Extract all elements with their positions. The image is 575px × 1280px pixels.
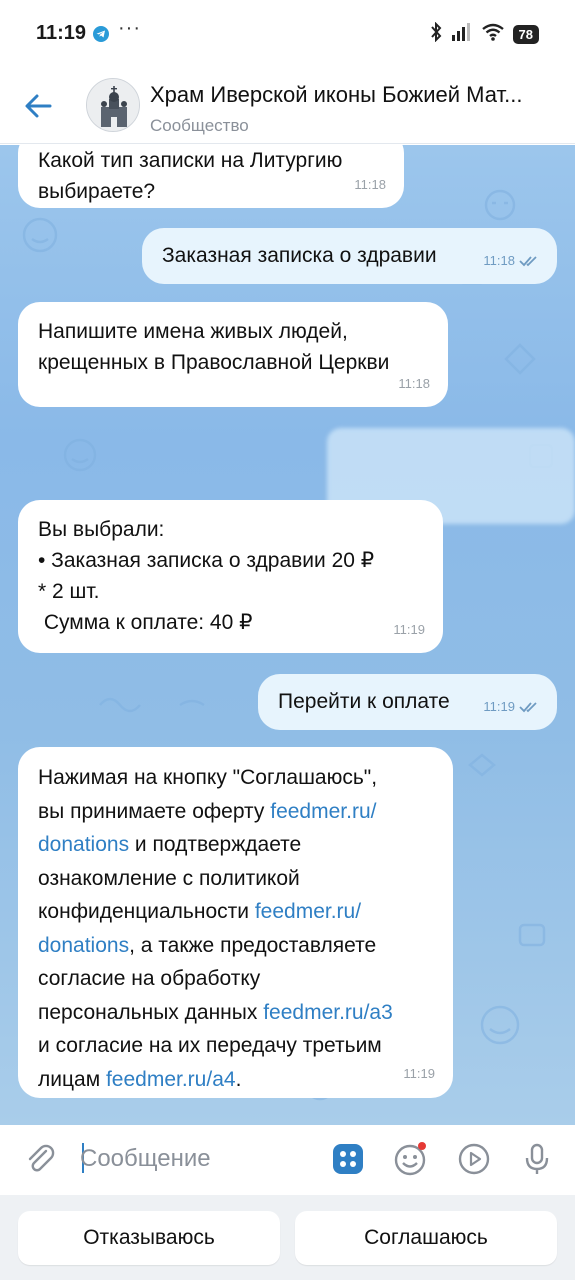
decline-button[interactable]: Отказываюсь: [18, 1211, 280, 1265]
data-processing-link[interactable]: feedmer.ru/a3: [263, 1001, 393, 1024]
privacy-link[interactable]: feedmer.ru/: [255, 900, 361, 923]
message-text: Нажимая на кнопку "Соглашаюсь",: [38, 766, 378, 789]
bot-keyboard: Отказываюсь Соглашаюсь: [0, 1195, 575, 1280]
message-bubble[interactable]: Вы выбрали: • Заказная записка о здравии…: [18, 500, 443, 653]
message-text: и согласие на их передачу третьим: [38, 1034, 382, 1057]
message-text: Вы выбрали:: [38, 518, 165, 541]
privacy-link[interactable]: donations: [38, 934, 129, 957]
data-transfer-link[interactable]: feedmer.ru/a4: [106, 1068, 236, 1091]
status-time: 11:19: [36, 22, 87, 44]
message-text-span: вы принимаете оферту: [38, 799, 271, 823]
message-text: donations и подтверждаете: [38, 828, 433, 862]
arrow-left-icon: [25, 94, 52, 118]
message-time: 11:18: [354, 177, 386, 192]
message-time-text: 11:18: [483, 253, 515, 268]
message-time-text: 11:19: [483, 699, 515, 714]
message-bubble[interactable]: Нажимая на кнопку "Соглашаюсь", вы прини…: [18, 747, 453, 1098]
chat-title[interactable]: Храм Иверской иконы Божией Мат...: [150, 82, 560, 108]
message-text: ознакомление с политикой: [38, 866, 300, 890]
smile-icon: [394, 1142, 426, 1176]
more-notifications-icon: ···: [118, 17, 141, 39]
message-bubble[interactable]: Какой тип записки на Литургию выбираете?…: [18, 145, 404, 208]
attach-button[interactable]: [22, 1141, 58, 1177]
double-check-icon: [519, 701, 537, 712]
message-text-span: , а также предоставляете: [129, 933, 377, 957]
message-input-bar: [0, 1125, 575, 1195]
message-text: Напишите имена живых людей,: [38, 320, 348, 343]
message-text: конфиденциальности feedmer.ru/: [38, 895, 433, 929]
wifi-icon: [481, 23, 505, 46]
telegram-notification-icon: [93, 26, 109, 42]
message-text-span: персональных данных: [38, 1000, 264, 1024]
bot-keyboard-button[interactable]: [330, 1141, 366, 1177]
church-icon: [87, 79, 139, 131]
message-text: лицам feedmer.ru/a4.: [38, 1063, 433, 1097]
message-input[interactable]: [80, 1137, 320, 1181]
paperclip-icon: [28, 1144, 55, 1172]
double-check-icon: [519, 255, 537, 266]
message-text: Заказная записка о здравии: [162, 244, 437, 267]
offer-link[interactable]: donations: [38, 833, 129, 856]
message-text-span: конфиденциальности: [38, 900, 255, 923]
message-bubble[interactable]: Напишите имена живых людей, крещенных в …: [18, 302, 448, 407]
chat-subtitle: Сообщество: [150, 116, 249, 135]
message-time: 11:18: [398, 376, 430, 391]
message-text: * 2 шт.: [38, 580, 100, 603]
message-text: donations, а также предоставляете: [38, 929, 433, 963]
battery-indicator: 78: [512, 25, 539, 44]
video-message-button[interactable]: [456, 1141, 492, 1177]
emoji-button[interactable]: [392, 1141, 428, 1177]
message-text: согласие на обработку: [38, 967, 261, 990]
message-text: Какой тип записки на Литургию: [38, 149, 343, 172]
message-bubble-outgoing[interactable]: Перейти к оплате 11:19: [258, 674, 557, 730]
message-text: • Заказная записка о здравии 20 ₽: [38, 549, 375, 572]
message-time: 11:19: [403, 1065, 435, 1081]
message-time: 11:19: [393, 622, 425, 637]
offer-link[interactable]: feedmer.ru/: [270, 800, 376, 823]
message-text: крещенных в Православной Церкви: [38, 351, 390, 374]
keyboard-grid-icon: [333, 1144, 363, 1174]
message-time: 11:19: [483, 691, 539, 722]
chat-header: Храм Иверской иконы Божией Мат... Сообще…: [0, 68, 575, 144]
community-avatar[interactable]: [86, 78, 140, 132]
message-text: вы принимаете оферту feedmer.ru/: [38, 795, 433, 829]
message-text-span: и подтверждаете: [129, 833, 302, 856]
message-text-span: лицам: [38, 1067, 106, 1091]
back-button[interactable]: [20, 86, 60, 126]
message-text-span: .: [235, 1067, 242, 1091]
accept-button[interactable]: Соглашаюсь: [295, 1211, 557, 1265]
message-text: персональных данных feedmer.ru/a3: [38, 996, 433, 1030]
play-circle-icon: [458, 1143, 490, 1175]
voice-message-button[interactable]: [519, 1141, 555, 1177]
message-time: 11:18: [483, 245, 539, 276]
microphone-icon: [525, 1143, 549, 1174]
signal-icon: [451, 23, 473, 46]
message-bubble-outgoing[interactable]: Заказная записка о здравии 11:18: [142, 228, 557, 284]
status-bar: 11:19 ··· 78: [0, 0, 575, 68]
message-text: выбираете?: [38, 180, 156, 203]
bluetooth-icon: [429, 21, 443, 47]
message-text: Сумма к оплате: 40 ₽: [38, 611, 253, 634]
chat-area[interactable]: Какой тип записки на Литургию выбираете?…: [0, 145, 575, 1125]
